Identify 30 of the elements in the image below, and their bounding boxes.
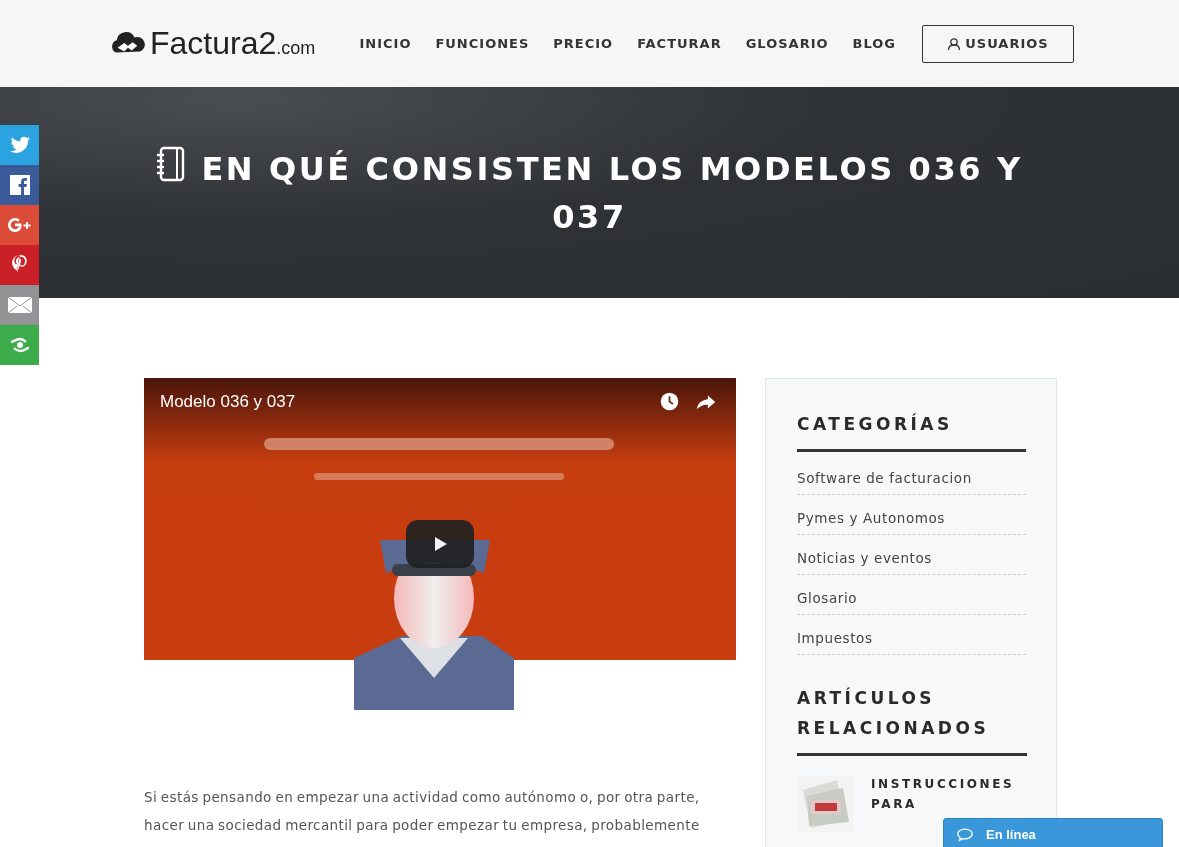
speech-bubble-icon — [956, 827, 974, 842]
article-paragraph: Si estás pensando en empezar una actividad como autónomo o, por otra parte, hacer una sociedad mercantil para poder empezar tu empresa, probablemente — [144, 788, 701, 835]
play-button[interactable] — [406, 520, 474, 568]
category-link[interactable]: Glosario — [797, 575, 1026, 615]
nav-link[interactable]: INICIO — [359, 36, 412, 51]
share-button[interactable] — [0, 165, 39, 205]
clock-icon[interactable] — [659, 391, 680, 412]
share-button[interactable] — [0, 205, 39, 245]
category-link[interactable]: Impuestos — [797, 615, 1026, 655]
nav-link[interactable]: FACTURAR — [637, 36, 722, 51]
user-icon — [947, 36, 962, 51]
nav-link[interactable]: FUNCIONES — [435, 36, 530, 51]
share-button[interactable] — [0, 125, 39, 165]
video-title[interactable]: Modelo 036 y 037 — [160, 392, 296, 412]
users-button[interactable]: USUARIOS — [922, 24, 1074, 63]
category-link[interactable]: Software de facturacion — [797, 452, 1026, 495]
category-link[interactable]: Pymes y Autonomos — [797, 495, 1026, 535]
share-button[interactable] — [0, 245, 39, 285]
share-button[interactable] — [0, 325, 39, 365]
nav-link[interactable]: GLOSARIO — [745, 36, 829, 51]
nav-link[interactable]: BLOG — [852, 36, 896, 51]
share-button[interactable] — [0, 285, 39, 325]
widget-heading: CATEGORÍAS — [797, 409, 1026, 452]
widget-heading: ARTÍCULOS RELACIONADOS — [797, 683, 1027, 756]
article-link[interactable]: INSTRUCCIONES PARA — [871, 774, 1026, 814]
logo-wordmark[interactable]: Factura2.com — [150, 25, 316, 62]
category-link[interactable]: Noticias y eventos — [797, 535, 1026, 575]
nav-link[interactable]: PRECIO — [553, 36, 614, 51]
notebook-icon — [156, 145, 187, 182]
hero-title: EN QUÉ CONSISTEN LOS MODELOS 036 Y 037 — [201, 149, 1023, 236]
